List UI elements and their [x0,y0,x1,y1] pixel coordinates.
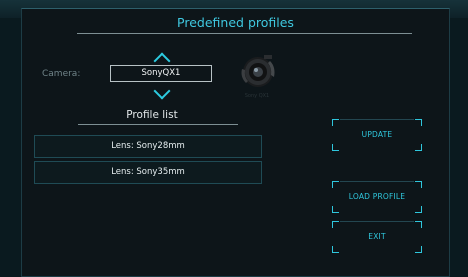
profile-list-divider [78,124,238,125]
camera-select[interactable]: SonyQX1 [110,65,212,82]
camera-down-arrow-icon[interactable] [153,82,171,100]
profile-list-item[interactable]: Lens: Sony28mm [34,135,262,158]
predefined-profiles-dialog: Predefined profiles Camera: SonyQX1 Sony… [21,8,450,277]
profile-list-item[interactable]: Lens: Sony35mm [34,161,262,184]
exit-button-label: EXIT [368,232,386,241]
background-glyph: ⌃ [70,0,77,6]
dialog-title: Predefined profiles [177,15,294,30]
update-button[interactable]: UPDATE [332,119,422,151]
camera-image-caption: Sony QX1 [244,93,270,99]
update-button-label: UPDATE [361,130,393,139]
title-divider [77,33,412,34]
background-glyph: ⌃ [445,0,452,6]
profile-list-title: Profile list [126,109,178,121]
load-profile-button-label: LOAD PROFILE [348,192,406,201]
exit-button[interactable]: EXIT [332,221,422,253]
load-profile-button[interactable]: LOAD PROFILE [332,181,422,213]
background-glyph: ⌃ [2,0,9,6]
camera-label: Camera: [42,69,81,79]
